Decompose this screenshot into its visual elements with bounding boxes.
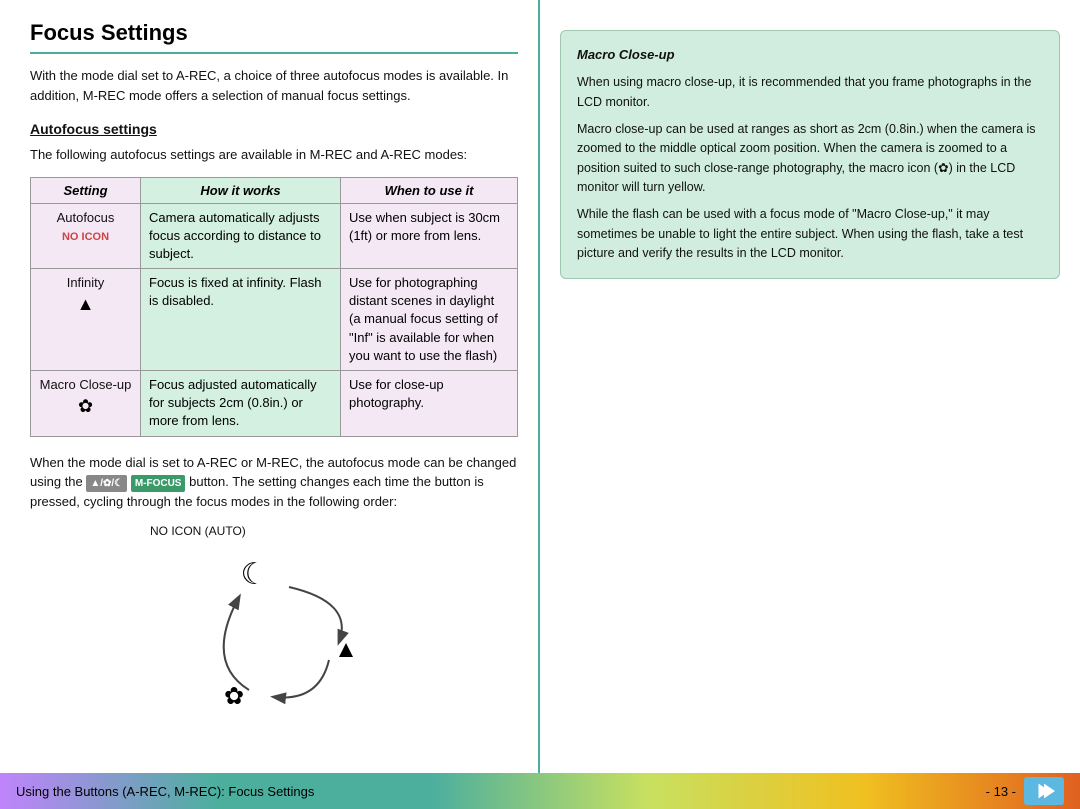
page-title: Focus Settings [30, 20, 518, 54]
col-header-how: How it works [141, 177, 341, 203]
autofocus-heading: Autofocus settings [30, 121, 518, 137]
intro-text: With the mode dial set to A-REC, a choic… [30, 66, 518, 105]
setting-macro: Macro Close-up ✿ [31, 371, 141, 437]
flower-icon: ✿ [39, 394, 132, 419]
autofocus-intro: The following autofocus settings are ava… [30, 145, 518, 165]
col-header-when: When to use it [341, 177, 518, 203]
no-icon-auto-label: NO ICON (AUTO) [150, 524, 246, 538]
bottom-left-text: When the mode dial is set to A-REC or M-… [30, 453, 518, 512]
table-row: Autofocus NO ICON Camera automatically a… [31, 203, 518, 269]
svg-text:✿: ✿ [224, 683, 244, 710]
footer-text: Using the Buttons (A-REC, M-REC): Focus … [16, 784, 314, 799]
when-autofocus: Use when subject is 30cm (1ft) or more f… [341, 203, 518, 269]
main-content: Focus Settings With the mode dial set to… [0, 0, 1080, 773]
mode-button-icons: ▲/✿/☾ [86, 475, 127, 492]
page-container: Focus Settings With the mode dial set to… [0, 0, 1080, 809]
setting-name-autofocus: Autofocus [57, 210, 115, 225]
cycle-label-top: NO ICON (AUTO) [150, 524, 246, 538]
table-row: Macro Close-up ✿ Focus adjusted automati… [31, 371, 518, 437]
how-autofocus: Camera automatically adjusts focus accor… [141, 203, 341, 269]
setting-autofocus: Autofocus NO ICON [31, 203, 141, 269]
no-icon-label: NO ICON [62, 231, 109, 243]
setting-name-infinity: Infinity [67, 275, 105, 290]
macro-box-para-3: While the flash can be used with a focus… [577, 205, 1043, 263]
right-column: Macro Close-up When using macro close-up… [540, 0, 1080, 773]
footer-page: - 13 - [986, 777, 1064, 805]
page-number: - 13 - [986, 784, 1016, 799]
when-infinity: Use for photographing distant scenes in … [341, 269, 518, 371]
macro-box-para-1: When using macro close-up, it is recomme… [577, 73, 1043, 112]
cycle-svg: ☾ ▲ ✿ [164, 542, 384, 712]
col-header-setting: Setting [31, 177, 141, 203]
svg-text:☾: ☾ [241, 558, 268, 591]
setting-infinity: Infinity ▲ [31, 269, 141, 371]
next-page-button[interactable] [1024, 777, 1064, 805]
arrow-right-icon [1033, 780, 1055, 802]
footer-bar: Using the Buttons (A-REC, M-REC): Focus … [0, 773, 1080, 809]
table-row: Infinity ▲ Focus is fixed at infinity. F… [31, 269, 518, 371]
mountain-icon: ▲ [39, 292, 132, 317]
macro-inline-flower: ✿ [938, 161, 948, 175]
macro-box-title: Macro Close-up [577, 45, 1043, 65]
focus-settings-table: Setting How it works When to use it Auto… [30, 177, 518, 437]
when-macro: Use for close-up photography. [341, 371, 518, 437]
macro-close-up-box: Macro Close-up When using macro close-up… [560, 30, 1060, 279]
svg-text:▲: ▲ [334, 636, 358, 663]
left-column: Focus Settings With the mode dial set to… [0, 0, 540, 773]
setting-name-macro: Macro Close-up [40, 377, 132, 392]
cycle-diagram: NO ICON (AUTO) [30, 524, 518, 712]
how-macro: Focus adjusted automatically for subject… [141, 371, 341, 437]
macro-box-para-2: Macro close-up can be used at ranges as … [577, 120, 1043, 198]
how-infinity: Focus is fixed at infinity. Flash is dis… [141, 269, 341, 371]
m-focus-button: M-FOCUS [131, 475, 186, 492]
